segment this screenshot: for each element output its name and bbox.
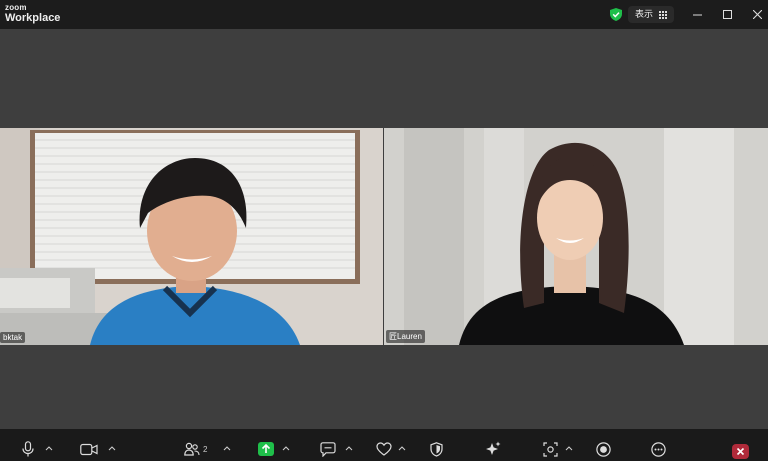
brand-small: zoom [5,3,27,12]
chevron-up-icon[interactable] [398,445,406,451]
participant-name-tag: bktak [0,332,26,343]
app-logo: zoom Workplace [5,4,60,24]
chevron-up-icon[interactable] [565,445,573,451]
maximize-icon [722,9,732,19]
close-button[interactable] [747,6,767,22]
chat-button[interactable] [320,441,336,457]
minimize-icon [692,14,702,15]
encryption-shield-icon[interactable] [610,8,622,21]
grid-icon [659,10,668,19]
microphone-icon [22,441,34,457]
end-meeting-button[interactable] [732,443,749,459]
chat-icon [320,441,336,457]
record-icon [596,441,611,457]
share-screen-button[interactable] [258,441,274,457]
record-button[interactable] [596,441,611,457]
more-button[interactable] [651,441,666,457]
sparkle-icon [486,441,501,455]
participant-name-tag: 匠Lauren [386,330,425,343]
maximize-button[interactable] [717,6,737,22]
shield-icon [430,441,443,457]
end-call-icon [732,443,749,459]
video-camera-icon [80,443,98,455]
heart-icon [376,442,392,456]
view-label: 表示 [635,9,654,19]
chevron-up-icon[interactable] [223,445,231,451]
view-button[interactable]: 表示 [628,6,675,23]
security-button[interactable] [430,441,443,457]
apps-icon [543,441,558,457]
video-tile-bktak[interactable]: bktak [0,128,383,345]
meeting-toolbar: 2 [0,429,768,461]
participants-count: 2 [203,444,208,454]
minimize-button[interactable] [687,6,707,22]
participant-video-bktak [0,128,383,345]
participants-button[interactable]: 2 [184,441,207,457]
share-screen-icon [258,442,274,456]
brand-name: Workplace [5,12,61,24]
chevron-up-icon[interactable] [345,445,353,451]
title-bar: zoom Workplace 表示 [0,0,768,29]
video-button[interactable] [80,441,98,457]
video-tile-lauren[interactable]: 匠Lauren [384,128,768,345]
participants-icon [184,442,200,456]
mute-button[interactable] [22,441,34,457]
apps-button[interactable] [543,441,558,457]
more-options-icon [651,441,666,457]
chevron-up-icon[interactable] [45,445,53,451]
chevron-up-icon[interactable] [108,445,116,451]
close-icon [752,9,762,19]
participant-video-lauren [384,128,768,345]
meeting-stage: bktak 匠Lauren [0,29,768,429]
chevron-up-icon[interactable] [282,445,290,451]
ai-companion-button[interactable] [485,441,501,457]
reactions-button[interactable] [376,441,392,457]
